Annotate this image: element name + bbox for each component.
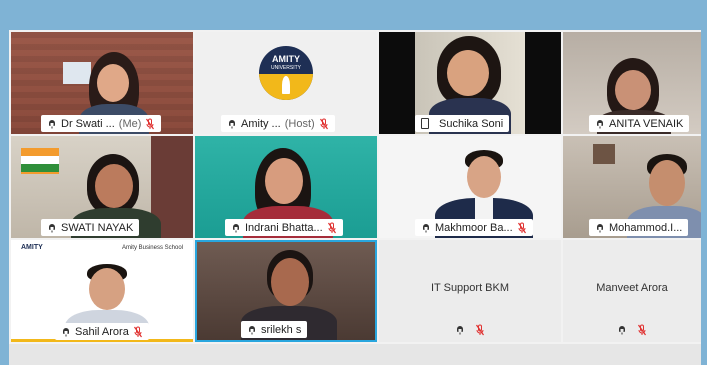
- participant-tag: (Me): [118, 117, 142, 130]
- nameplate: Mohammod.I...: [589, 219, 689, 236]
- microphone-muted-icon: [319, 118, 329, 130]
- nameplate: Makhmoor Ba...: [415, 219, 533, 236]
- microphone-muted-icon: [637, 324, 647, 336]
- microphone-icon: [455, 324, 465, 336]
- microphone-muted-icon: [475, 324, 485, 336]
- nameplate: Indrani Bhatta...: [225, 219, 343, 236]
- logo-text: AMITY: [272, 54, 300, 64]
- participant-name: Makhmoor Ba...: [435, 221, 513, 234]
- video-tile-p10-active-speaker[interactable]: srilekh s: [195, 240, 377, 342]
- logo-subtext: UNIVERSITY: [270, 65, 301, 71]
- video-tile-p3[interactable]: Suchika Soni: [379, 32, 561, 134]
- banner-logo-text: AMITY: [21, 244, 43, 251]
- microphone-icon: [595, 222, 605, 234]
- participant-name: Manveet Arora: [596, 282, 668, 294]
- participant-name: Indrani Bhatta...: [245, 221, 323, 234]
- nameplate: ANITA VENAIK: [589, 115, 690, 132]
- status-icons: [379, 324, 561, 336]
- video-tile-p8[interactable]: Mohammod.I...: [563, 136, 701, 238]
- video-tile-p2[interactable]: AMITY UNIVERSITY Amity ... (Host): [195, 32, 377, 134]
- participant-name: Suchika Soni: [439, 117, 504, 130]
- microphone-icon: [227, 118, 237, 130]
- amity-logo: AMITY UNIVERSITY: [259, 46, 313, 100]
- device-icon: [421, 118, 429, 129]
- microphone-icon: [247, 324, 257, 336]
- gallery-next-row: [9, 344, 701, 365]
- participant-name: Mohammod.I...: [609, 221, 683, 234]
- video-tile-p11[interactable]: IT Support BKM: [379, 240, 561, 342]
- microphone-icon: [61, 326, 71, 338]
- nameplate: Amity ... (Host): [221, 115, 335, 132]
- nameplate: Suchika Soni: [415, 115, 510, 132]
- video-tile-p1[interactable]: Dr Swati ... (Me): [11, 32, 193, 134]
- microphone-muted-icon: [517, 222, 527, 234]
- nameplate: Dr Swati ... (Me): [41, 115, 162, 132]
- microphone-muted-icon: [133, 326, 143, 338]
- video-tile-p4[interactable]: ANITA VENAIK: [563, 32, 701, 134]
- video-tile-p6[interactable]: Indrani Bhatta...: [195, 136, 377, 238]
- participant-name: Amity ...: [241, 117, 281, 130]
- participant-name: IT Support BKM: [430, 282, 510, 294]
- video-tile-p12[interactable]: Manveet Arora: [563, 240, 701, 342]
- video-tile-p5[interactable]: SWATI NAYAK: [11, 136, 193, 238]
- nameplate: srilekh s: [241, 321, 308, 338]
- school-banner: AMITY Amity Business School: [17, 244, 187, 258]
- microphone-icon: [421, 222, 431, 234]
- banner-school-text: Amity Business School: [121, 245, 183, 251]
- video-tile-p9[interactable]: AMITY Amity Business School Sahil Arora: [11, 240, 193, 342]
- participant-name: SWATI NAYAK: [61, 221, 134, 234]
- microphone-icon: [47, 118, 57, 130]
- participant-tag: (Host): [284, 117, 315, 130]
- microphone-icon: [231, 222, 241, 234]
- status-icons: [563, 324, 701, 336]
- participant-name: srilekh s: [261, 323, 302, 336]
- video-tile-p7[interactable]: Makhmoor Ba...: [379, 136, 561, 238]
- participant-name: Dr Swati ...: [61, 117, 115, 130]
- video-gallery: Dr Swati ... (Me) AMITY UNIVERSITY Amity…: [9, 30, 701, 365]
- nameplate: Sahil Arora: [55, 323, 149, 340]
- microphone-icon: [617, 324, 627, 336]
- participant-name: Sahil Arora: [75, 325, 129, 338]
- participant-name: ANITA VENAIK: [609, 117, 684, 130]
- microphone-icon: [595, 118, 605, 130]
- microphone-muted-icon: [145, 118, 155, 130]
- microphone-icon: [47, 222, 57, 234]
- microphone-muted-icon: [327, 222, 337, 234]
- nameplate: SWATI NAYAK: [41, 219, 140, 236]
